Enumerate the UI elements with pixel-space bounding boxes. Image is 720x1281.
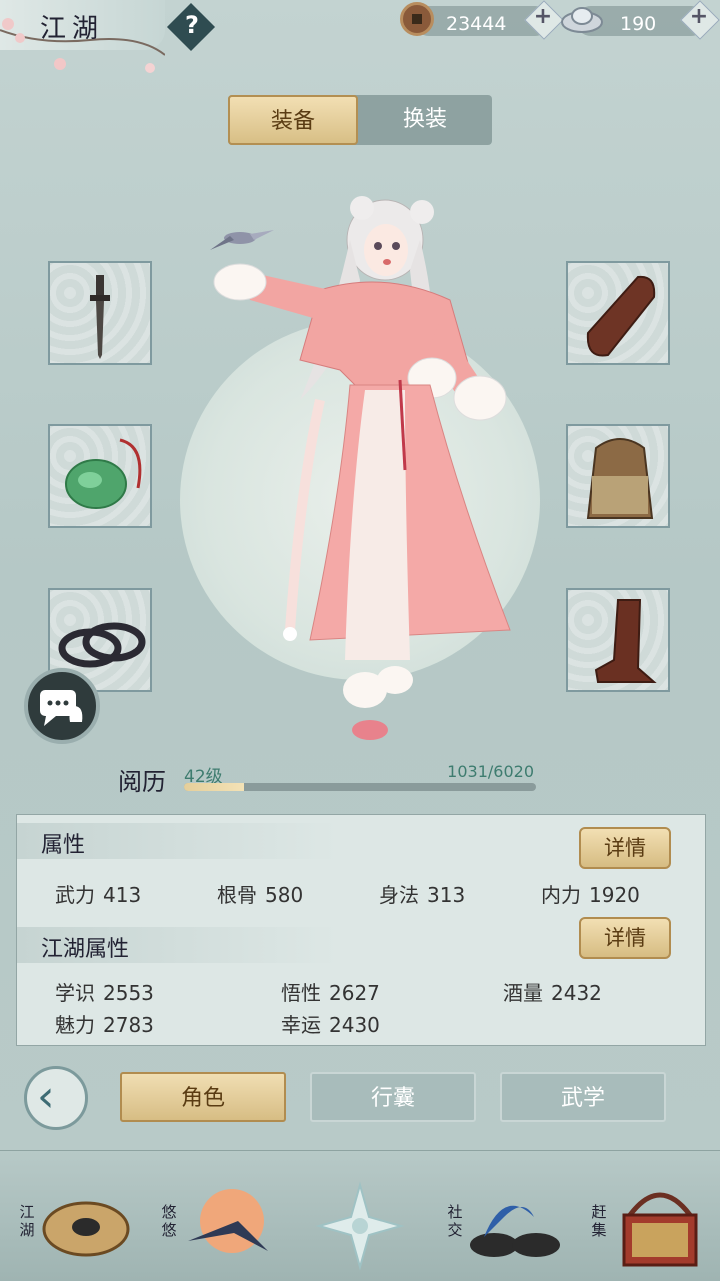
back-arrow-icon: ‹ [37, 1071, 55, 1122]
stat-agility: 身法 313 [379, 883, 466, 907]
nav-label-youyou: 悠悠 [161, 1203, 177, 1239]
stat-inner-power: 内力 1920 [541, 883, 640, 907]
stat-insight: 悟性 2627 [281, 981, 380, 1005]
plus-icon[interactable]: + [686, 4, 712, 29]
tab-character[interactable]: 角色 [120, 1072, 286, 1122]
experience-bar [184, 783, 536, 791]
copper-coin-icon [400, 2, 434, 36]
equipment-tabs: 装备 换装 [228, 95, 492, 145]
back-button[interactable]: ‹ [24, 1066, 88, 1130]
equipment-slot-weapon[interactable] [48, 261, 152, 365]
equipment-slot-armor[interactable] [566, 424, 670, 528]
chat-bubble-icon [40, 690, 83, 726]
straw-hat-icon [42, 1201, 130, 1257]
swallow-icon [188, 1189, 268, 1253]
experience-bar-fill [184, 783, 245, 791]
attributes-detail-button[interactable]: 详情 [579, 827, 671, 869]
tab-outfit[interactable]: 换装 [360, 95, 490, 145]
attributes-header: 属性 [17, 823, 337, 859]
nav-label-jianghu: 江湖 [19, 1203, 35, 1239]
experience-progress-text: 1031/6020 [447, 762, 534, 781]
equipment-slot-shoes[interactable] [566, 261, 670, 365]
top-bar: 江湖 ? 23444 + 190 + [0, 0, 720, 74]
equipment-slot-accessory[interactable] [48, 424, 152, 528]
nav-label-social: 社交 [447, 1203, 463, 1239]
stat-drinking: 酒量 2432 [503, 981, 602, 1005]
title-plate: 江湖 [0, 0, 165, 73]
market-basket-icon [622, 1192, 698, 1267]
dagger-icon [90, 275, 110, 359]
character-figure[interactable] [200, 170, 520, 750]
stat-knowledge: 学识 2553 [55, 981, 154, 1005]
jade-pendant-icon [65, 438, 142, 509]
stat-charm: 魅力 2783 [55, 1013, 154, 1037]
experience-label: 阅历 [118, 768, 166, 796]
copper-amount: 23444 [446, 13, 507, 35]
attribute-panel: 属性 详情 武力 413 根骨 580 身法 313 内力 1920 江湖属性 详情 学… [16, 814, 706, 1046]
silver-amount: 190 [620, 13, 657, 35]
silver-ingot-icon [561, 7, 603, 33]
armor-icon [586, 438, 654, 519]
attributes-title: 属性 [41, 833, 86, 858]
equipment-slot-boots[interactable] [566, 588, 670, 692]
chat-button[interactable] [24, 668, 100, 744]
nav-label-market: 赶集 [591, 1203, 607, 1239]
page-title: 江湖 [40, 14, 105, 44]
jianghu-detail-button[interactable]: 详情 [579, 917, 671, 959]
jianghu-attributes-header: 江湖属性 [17, 927, 337, 963]
compass-star-icon [315, 1181, 405, 1271]
tab-inventory[interactable]: 行囊 [310, 1072, 476, 1122]
shoe-icon [586, 275, 656, 357]
help-icon[interactable]: ? [181, 11, 203, 39]
stat-constitution: 根骨 580 [217, 883, 304, 907]
jianghu-attributes-title: 江湖属性 [41, 937, 130, 962]
tab-equipment[interactable]: 装备 [228, 95, 358, 145]
boot-icon [594, 599, 657, 683]
bottom-navigation: 江湖 悠悠 社交 赶集 [0, 1150, 720, 1281]
stat-martial: 武力 413 [55, 883, 142, 907]
wave-bowls-icon [470, 1205, 560, 1257]
bird-icon [210, 230, 274, 250]
plus-icon[interactable]: + [530, 4, 556, 29]
tab-martial-arts[interactable]: 武学 [500, 1072, 666, 1122]
stat-luck: 幸运 2430 [281, 1013, 380, 1037]
